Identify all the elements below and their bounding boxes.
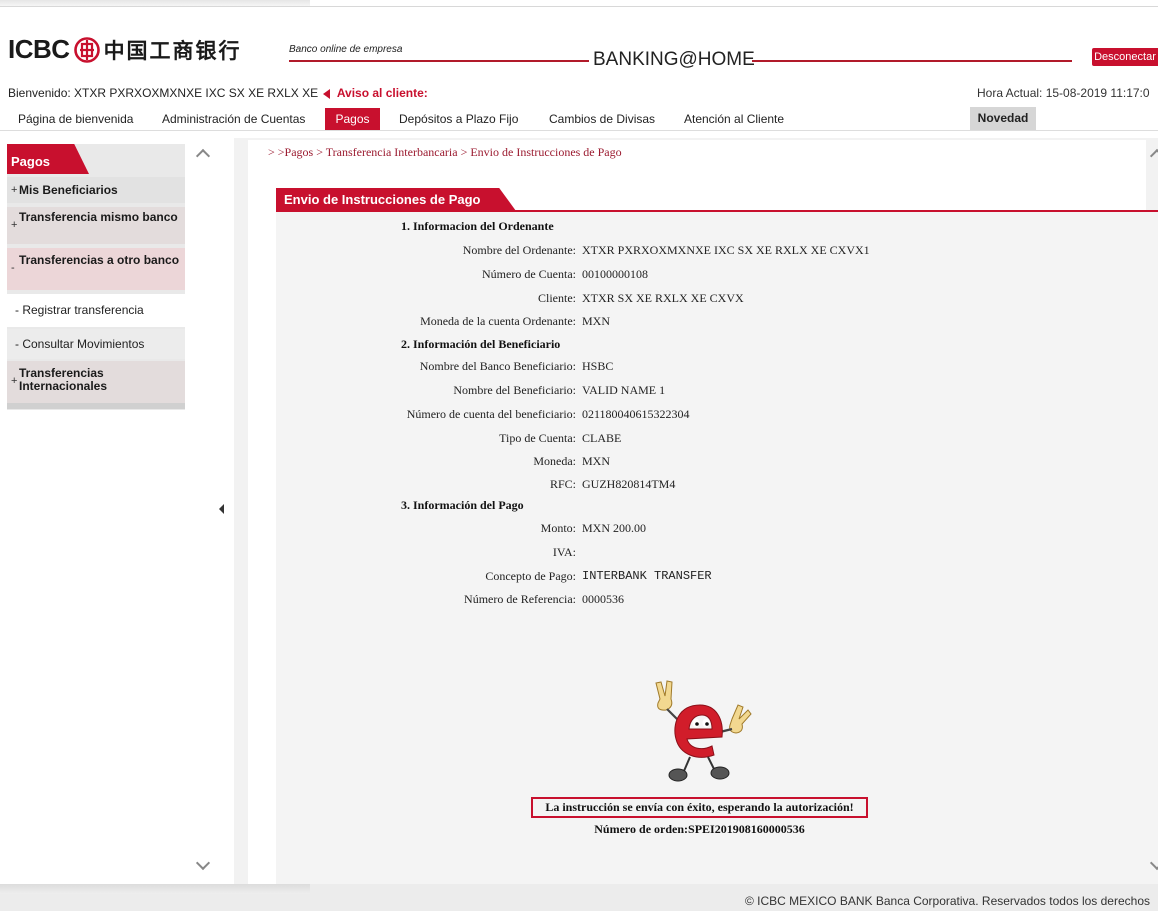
footer-strip xyxy=(0,884,310,894)
nav-pagos[interactable]: Pagos xyxy=(325,108,380,130)
nav-novedad[interactable]: Novedad xyxy=(970,107,1036,130)
section-pago: 3. Información del Pago xyxy=(401,498,524,512)
sidebar-item-label: Transferencia mismo banco xyxy=(19,210,178,224)
top-divider xyxy=(310,6,1158,7)
current-time: Hora Actual: 15-08-2019 11:17:0 xyxy=(977,86,1150,100)
label-numero-cuenta: Número de Cuenta: xyxy=(482,267,576,281)
sidebar-scroll-down-icon[interactable] xyxy=(195,855,211,871)
value-tipo-cuenta: CLABE xyxy=(582,431,622,445)
sidebar-item-label: Transferencias a otro banco xyxy=(19,253,180,267)
sidebar-item-consultar[interactable]: - Consultar Movimientos xyxy=(7,329,185,359)
logo-text: ICBC xyxy=(8,34,70,64)
sidebar-item-label: Mis Beneficiarios xyxy=(19,183,118,197)
welcome-text: Bienvenido: XTXR PXRXOXMXNXE IXC SX XE R… xyxy=(8,86,319,100)
nav-welcome[interactable]: Página de bienvenida xyxy=(18,112,133,126)
expand-icon: + xyxy=(11,219,18,231)
sidebar-item-internacionales[interactable]: + Transferencias Internacionales xyxy=(7,361,185,403)
welcome-line: Bienvenido: XTXR PXRXOXMXNXE IXC SX XE R… xyxy=(8,86,428,100)
mascot-e-icon xyxy=(640,677,760,787)
icbc-logo: ICBC 中国工商银行 xyxy=(8,34,242,65)
sidebar-item-registrar[interactable]: - Registrar transferencia xyxy=(7,294,185,327)
success-message: La instrucción se envía con éxito, esper… xyxy=(531,797,868,818)
label-moneda: Moneda: xyxy=(533,454,576,468)
sidebar-item-label: Transferencias Internacionales xyxy=(19,366,108,393)
label-monto: Monto: xyxy=(540,521,576,535)
aviso-link[interactable]: Aviso al cliente: xyxy=(337,86,428,100)
label-nombre-beneficiario: Nombre del Beneficiario: xyxy=(453,383,576,397)
order-number: Número de orden:SPEI201908160000536 xyxy=(594,822,805,836)
sidebar-item-beneficiarios[interactable]: + Mis Beneficiarios xyxy=(7,177,185,203)
nav-fx[interactable]: Cambios de Divisas xyxy=(549,112,655,126)
value-moneda: MXN xyxy=(582,454,611,468)
panel-title: Envio de Instrucciones de Pago xyxy=(276,188,516,211)
label-moneda-ordenante: Moneda de la cuenta Ordenante: xyxy=(420,314,576,328)
label-cuenta-beneficiario: Número de cuenta del beneficiario: xyxy=(406,407,576,421)
value-numero-cuenta: 00100000108 xyxy=(582,267,648,281)
sidebar: Pagos + Mis Beneficiarios + Transferenci… xyxy=(7,144,185,410)
sidebar-scroll-up-icon[interactable] xyxy=(195,148,211,164)
expand-icon: + xyxy=(11,184,18,196)
value-moneda-ordenante: MXN xyxy=(582,314,611,328)
value-concepto: INTERBANK TRANSFER xyxy=(582,569,712,583)
footer-copyright: © ICBC MEXICO BANK Banca Corporativa. Re… xyxy=(744,894,1150,908)
label-banco-beneficiario: Nombre del Banco Beneficiario: xyxy=(419,359,576,373)
icbc-seal-icon xyxy=(73,36,100,63)
section-ordenante: 1. Informacion del Ordenante xyxy=(401,219,554,233)
value-rfc: GUZH820814TM4 xyxy=(582,477,676,491)
banking-home-title: BANKING@HOME xyxy=(593,49,755,70)
sidebar-title: Pagos xyxy=(7,144,89,174)
breadcrumb[interactable]: > >Pagos > Transferencia Interbancaria >… xyxy=(268,145,622,160)
section-beneficiario: 2. Información del Beneficiario xyxy=(401,337,561,351)
value-nombre-ordenante: XTXR PXRXOXMXNXE IXC SX XE RXLX XE CXVX1 xyxy=(582,243,870,257)
value-nombre-beneficiario: VALID NAME 1 xyxy=(582,383,666,397)
value-cliente: XTXR SX XE RXLX XE CXVX xyxy=(582,291,744,305)
disconnect-button[interactable]: Desconectar xyxy=(1092,48,1158,66)
sidebar-item-otro-banco[interactable]: - Transferencias a otro banco xyxy=(7,248,185,290)
value-monto: MXN 200.00 xyxy=(582,521,647,535)
label-tipo-cuenta: Tipo de Cuenta: xyxy=(499,431,576,445)
expand-icon: + xyxy=(11,375,18,387)
label-iva: IVA: xyxy=(552,545,576,559)
collapse-icon: - xyxy=(11,262,15,274)
value-banco-beneficiario: HSBC xyxy=(582,359,614,373)
value-referencia: 0000536 xyxy=(582,592,624,606)
header-rule-left xyxy=(289,60,589,62)
value-cuenta-beneficiario: 021180040615322304 xyxy=(582,407,690,421)
aviso-arrow-icon xyxy=(323,88,331,99)
label-rfc: RFC: xyxy=(549,477,576,491)
label-nombre-ordenante: Nombre del Ordenante: xyxy=(462,243,576,257)
label-cliente: Cliente: xyxy=(538,291,576,305)
collapse-left-icon[interactable] xyxy=(219,504,224,514)
banco-online-label: Banco online de empresa xyxy=(289,44,403,55)
nav-support[interactable]: Atención al Cliente xyxy=(684,112,784,126)
label-referencia: Número de Referencia: xyxy=(464,592,576,606)
header-rule-right xyxy=(752,60,1072,62)
nav-accounts[interactable]: Administración de Cuentas xyxy=(162,112,305,126)
top-strip xyxy=(0,0,310,7)
sidebar-item-mismo-banco[interactable]: + Transferencia mismo banco xyxy=(7,207,185,244)
sidebar-bottom-rule xyxy=(7,403,185,409)
nav-deposits[interactable]: Depósitos a Plazo Fijo xyxy=(399,112,518,126)
logo-chinese-text: 中国工商银行 xyxy=(103,38,242,63)
label-concepto: Concepto de Pago: xyxy=(485,569,576,583)
